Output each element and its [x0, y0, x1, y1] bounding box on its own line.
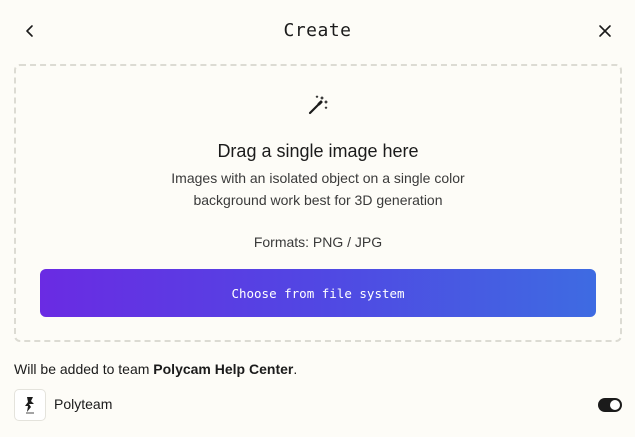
magic-wand-icon	[308, 95, 328, 115]
choose-file-button[interactable]: Choose from file system	[40, 269, 596, 317]
dropzone-description-line2: background work best for 3D generation	[193, 192, 443, 208]
team-name: Polycam Help Center	[153, 361, 294, 377]
dialog-header: Create	[0, 0, 635, 62]
supported-formats: Formats: PNG / JPG	[253, 234, 383, 250]
avatar	[14, 389, 46, 421]
team-notice: Will be added to team Polycam Help Cente…	[14, 361, 297, 377]
team-item-name: Polyteam	[54, 396, 113, 412]
dialog-title: Create	[283, 20, 352, 41]
dropzone-title: Drag a single image here	[217, 141, 419, 161]
team-notice-suffix: .	[293, 361, 298, 377]
dropzone-description: Images with an isolated object on a sing…	[16, 167, 620, 211]
polyteam-logo-icon	[25, 397, 34, 414]
team-toggle[interactable]	[598, 398, 622, 412]
dropzone-description-line1: Images with an isolated object on a sing…	[171, 170, 465, 186]
close-icon	[599, 25, 611, 37]
close-button[interactable]	[593, 19, 617, 43]
create-dialog: Create Drag a single image here Images w…	[0, 0, 635, 437]
team-notice-prefix: Will be added to team	[14, 361, 154, 377]
toggle-knob	[610, 400, 620, 410]
image-dropzone[interactable]: Drag a single image here Images with an …	[14, 64, 622, 342]
team-row: Polyteam	[14, 389, 622, 421]
